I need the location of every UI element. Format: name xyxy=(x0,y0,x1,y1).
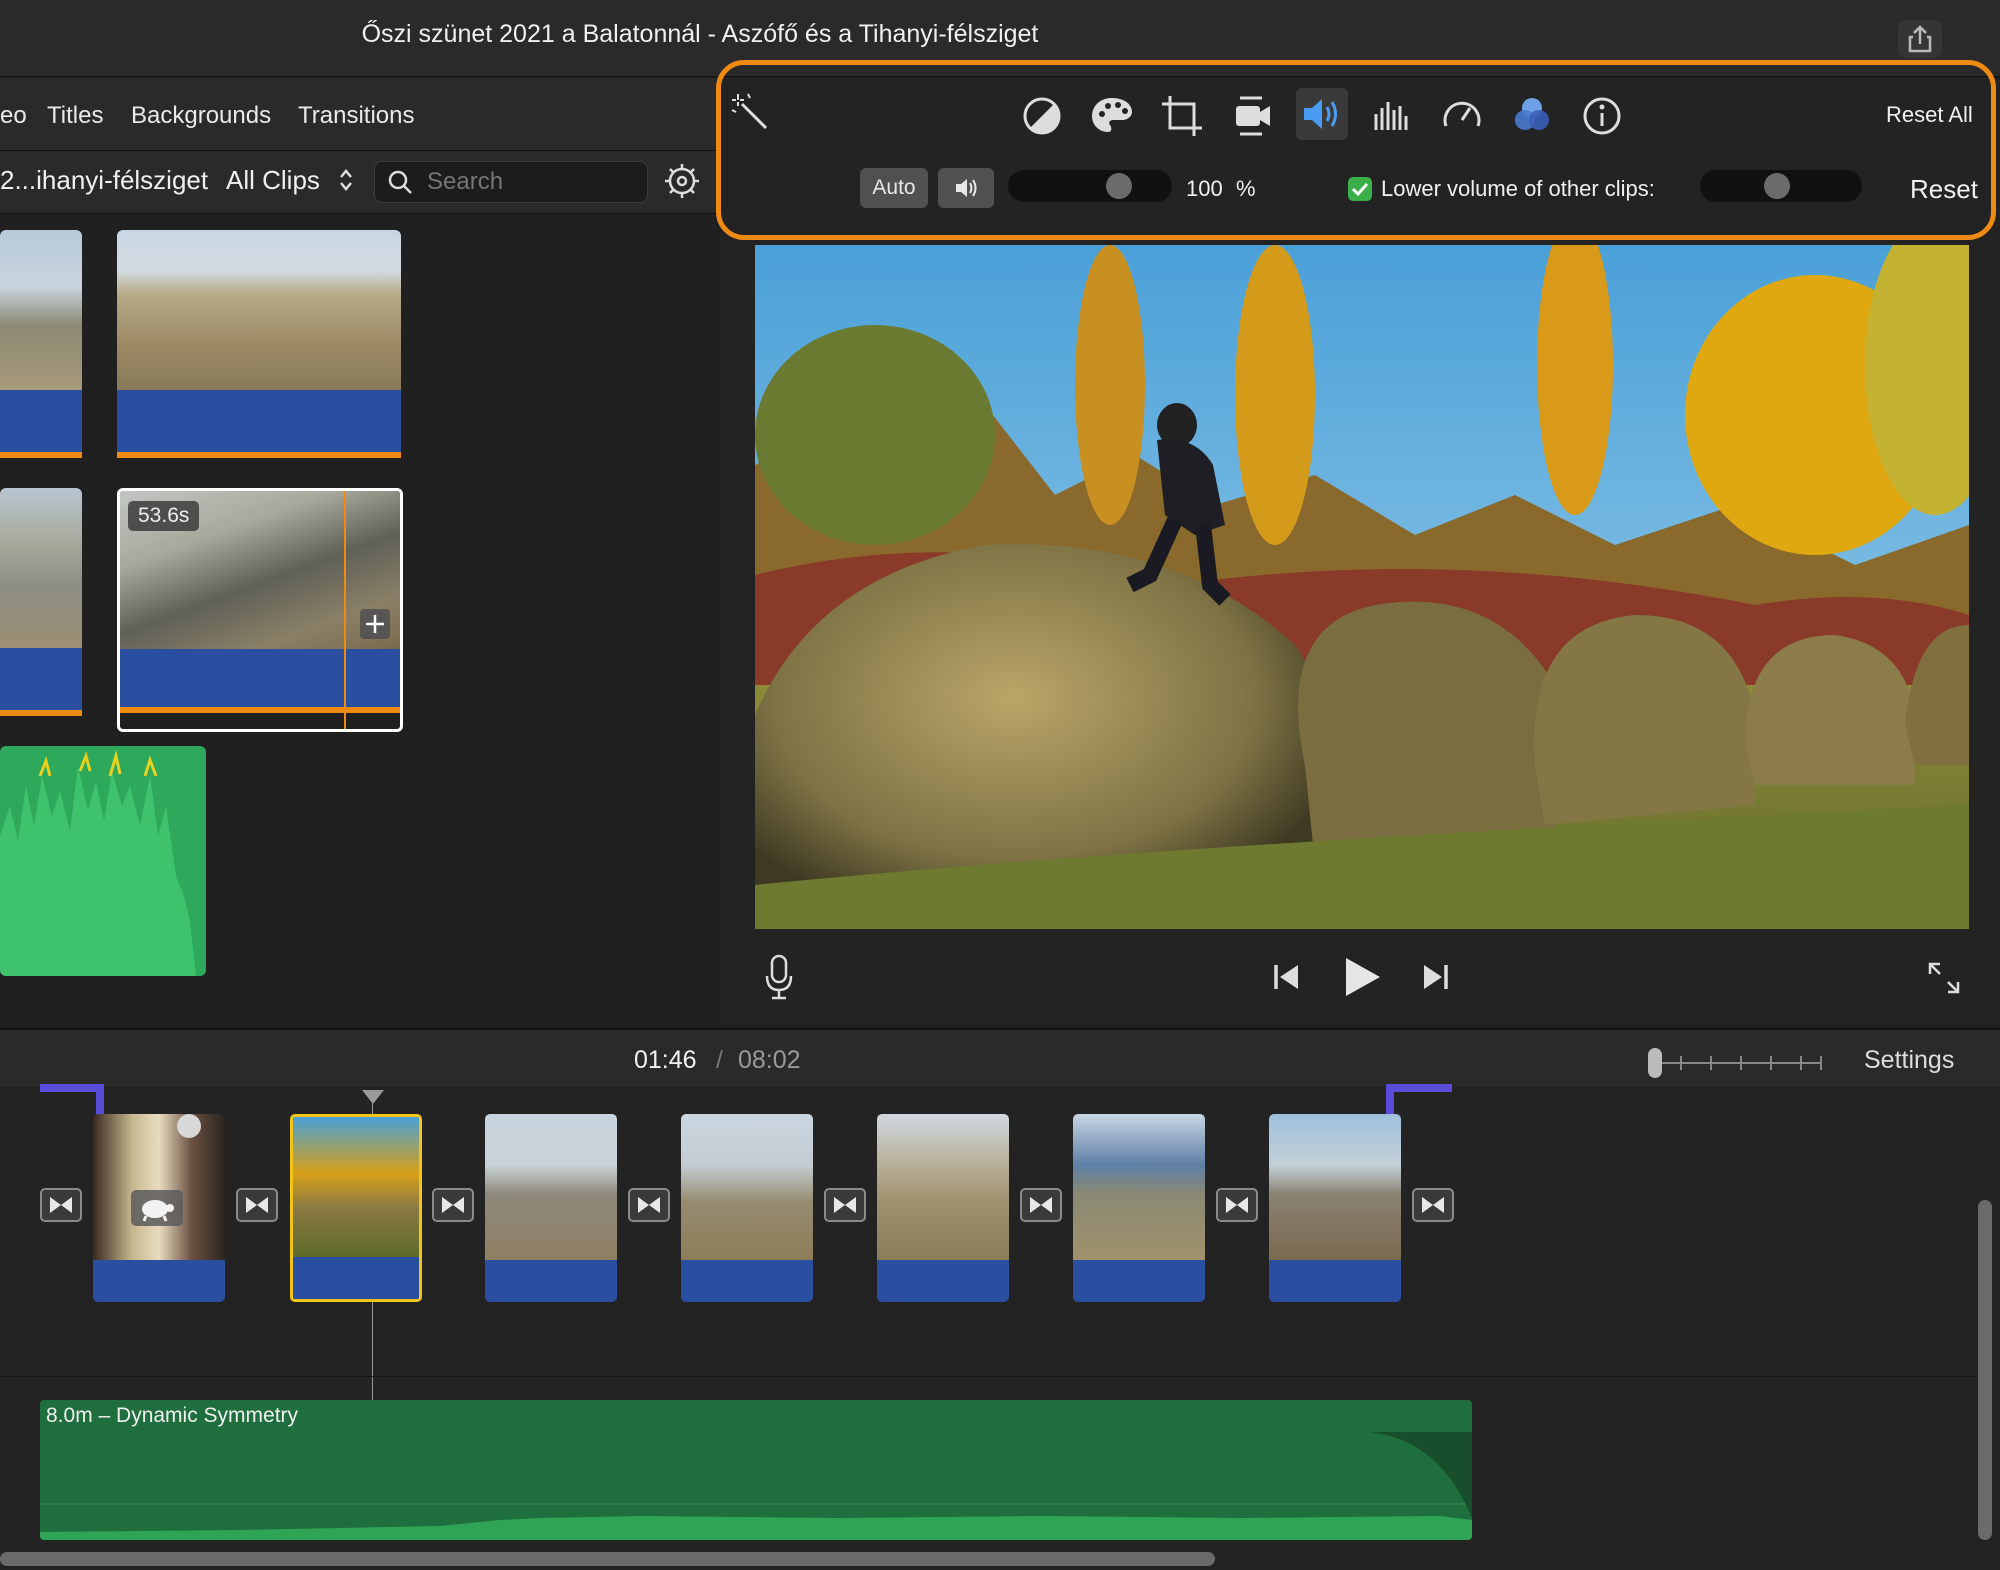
clip-thumbnail[interactable] xyxy=(0,230,82,472)
reset-all-button[interactable]: Reset All xyxy=(1886,102,1973,128)
volume-icon xyxy=(1304,99,1337,129)
filter-icon[interactable] xyxy=(1506,90,1558,142)
media-browser: 53.6s xyxy=(0,214,716,1024)
transition-icon xyxy=(1226,1197,1248,1213)
play-icon[interactable] xyxy=(1342,954,1384,1000)
turtle-icon xyxy=(142,1200,174,1222)
reset-button[interactable]: Reset xyxy=(1910,174,1978,205)
transition-icon xyxy=(638,1197,660,1213)
lower-volume-knob[interactable] xyxy=(1764,173,1790,199)
clip-marker-icon xyxy=(177,1114,201,1138)
clip-duration-badge: 53.6s xyxy=(128,501,200,531)
transition-icon xyxy=(246,1197,268,1213)
timeline-clip[interactable] xyxy=(1073,1114,1205,1302)
clip-filter-select[interactable]: All Clips xyxy=(226,165,320,196)
library-bar: 2...ihanyi-félsziget All Clips xyxy=(0,151,716,214)
auto-button[interactable]: Auto xyxy=(860,168,928,208)
volume-tool-button[interactable] xyxy=(1296,88,1348,140)
slow-motion-badge xyxy=(131,1190,183,1226)
skip-back-icon[interactable] xyxy=(1270,960,1304,994)
transition-button[interactable] xyxy=(1020,1188,1062,1222)
search-field[interactable] xyxy=(374,161,648,203)
zoom-slider[interactable] xyxy=(1648,1048,1828,1078)
tab-titles[interactable]: Titles xyxy=(47,102,103,130)
audio-waveform xyxy=(0,750,196,976)
transition-button[interactable] xyxy=(1412,1188,1454,1222)
magic-wand-icon[interactable] xyxy=(728,90,772,134)
timeline-settings-button[interactable]: Settings xyxy=(1864,1046,1954,1075)
transition-button[interactable] xyxy=(432,1188,474,1222)
mute-button[interactable] xyxy=(938,168,994,208)
checkmark-icon xyxy=(1351,182,1369,197)
horizontal-scrollbar[interactable] xyxy=(0,1552,1215,1566)
video-frame-image xyxy=(755,245,1969,929)
gear-icon[interactable] xyxy=(662,161,702,201)
skip-forward-icon[interactable] xyxy=(1418,960,1452,994)
lower-volume-slider[interactable] xyxy=(1700,170,1862,202)
volume-slider[interactable] xyxy=(1008,170,1172,202)
music-waveform xyxy=(40,1432,1472,1540)
audio-clip-thumbnail[interactable] xyxy=(0,746,206,976)
video-preview xyxy=(755,245,1969,929)
current-time: 01:46 xyxy=(634,1046,697,1074)
selected-timeline-clip[interactable] xyxy=(290,1114,422,1302)
volume-slider-knob[interactable] xyxy=(1106,173,1132,199)
transition-button[interactable] xyxy=(40,1188,82,1222)
volume-unit: % xyxy=(1236,176,1256,201)
volume-value: 100 xyxy=(1186,176,1223,201)
event-name[interactable]: 2...ihanyi-félsziget xyxy=(0,165,208,196)
fullscreen-icon[interactable] xyxy=(1926,960,1962,996)
skimmer-line xyxy=(344,491,346,729)
up-down-chevron-icon[interactable] xyxy=(336,165,356,195)
transition-icon xyxy=(442,1197,464,1213)
transition-icon xyxy=(1422,1197,1444,1213)
transition-icon xyxy=(834,1197,856,1213)
search-icon xyxy=(388,170,412,194)
selected-clip-thumbnail[interactable]: 53.6s xyxy=(117,488,403,732)
add-clip-button[interactable] xyxy=(360,609,390,639)
plus-icon xyxy=(366,615,384,633)
tab-backgrounds[interactable]: Backgrounds xyxy=(131,102,271,130)
microphone-icon[interactable] xyxy=(762,952,796,1000)
transition-button[interactable] xyxy=(236,1188,278,1222)
track-divider xyxy=(0,1376,1975,1377)
browser-tabs: eo Titles Backgrounds Transitions xyxy=(0,78,716,151)
lower-volume-label: Lower volume of other clips: xyxy=(1381,176,1655,201)
adjustment-bar xyxy=(716,60,1996,240)
info-icon[interactable] xyxy=(1576,90,1628,142)
time-separator: / xyxy=(716,1046,723,1074)
vertical-scrollbar[interactable] xyxy=(1978,1200,1992,1540)
color-palette-icon[interactable] xyxy=(1086,90,1138,142)
tab-transitions[interactable]: Transitions xyxy=(298,102,414,130)
transition-icon xyxy=(1030,1197,1052,1213)
total-time: 08:02 xyxy=(738,1046,801,1074)
speaker-icon xyxy=(956,179,977,197)
playhead-marker-icon xyxy=(362,1090,384,1104)
equalizer-icon[interactable] xyxy=(1366,90,1418,142)
crop-icon[interactable] xyxy=(1156,90,1208,142)
window-title: Őszi szünet 2021 a Balatonnál - Aszófő é… xyxy=(361,20,1039,48)
transition-button[interactable] xyxy=(1216,1188,1258,1222)
transition-button[interactable] xyxy=(628,1188,670,1222)
clip-thumbnail[interactable] xyxy=(0,488,82,730)
transition-icon xyxy=(50,1197,72,1213)
zoom-slider-knob[interactable] xyxy=(1648,1048,1662,1078)
color-balance-icon[interactable] xyxy=(1016,90,1068,142)
tab-video[interactable]: eo xyxy=(0,102,27,130)
timeline-clip[interactable] xyxy=(877,1114,1009,1302)
timeline-clip[interactable] xyxy=(681,1114,813,1302)
timeline-clip[interactable] xyxy=(93,1114,225,1302)
lower-volume-checkbox[interactable] xyxy=(1348,177,1372,201)
share-icon xyxy=(1908,25,1932,53)
music-track-clip[interactable]: 8.0m – Dynamic Symmetry xyxy=(40,1400,1472,1540)
share-button[interactable] xyxy=(1898,20,1942,58)
timeline-clip[interactable] xyxy=(1269,1114,1401,1302)
search-input[interactable] xyxy=(425,166,629,198)
speed-icon[interactable] xyxy=(1436,90,1488,142)
timeline-clip[interactable] xyxy=(485,1114,617,1302)
stabilization-icon[interactable] xyxy=(1226,90,1278,142)
clip-thumbnail[interactable] xyxy=(117,230,401,472)
transition-button[interactable] xyxy=(824,1188,866,1222)
